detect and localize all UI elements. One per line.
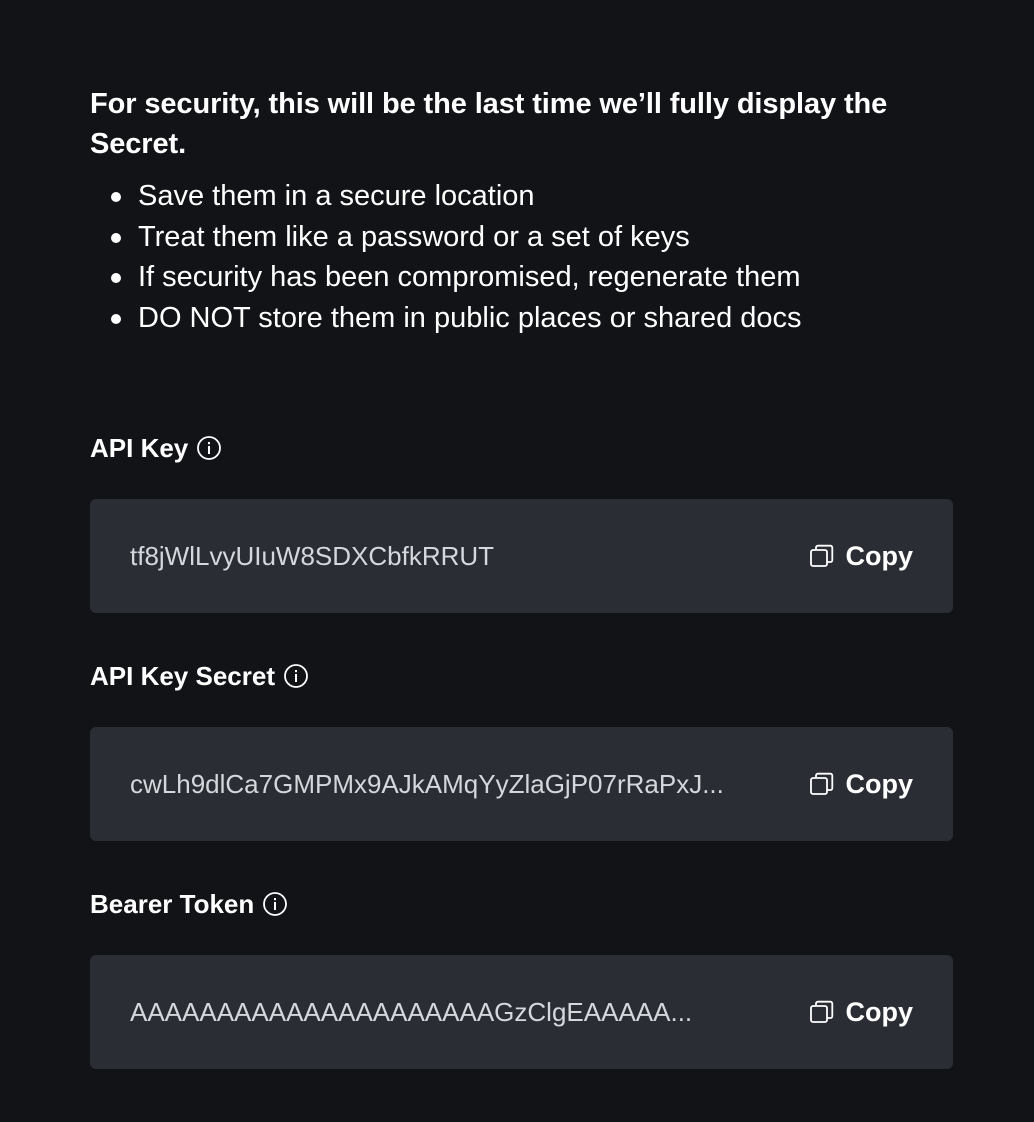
api-key-secret-label: API Key Secret [90,661,275,691]
security-tip: If security has been compromised, regene… [90,257,953,298]
info-icon[interactable] [283,663,309,689]
info-icon[interactable] [196,435,222,461]
api-key-secret-label-row: API Key Secret [90,660,953,692]
bearer-token-field: AAAAAAAAAAAAAAAAAAAAAGzClgEAAAAA... Copy [90,955,953,1069]
copy-label: Copy [845,996,914,1027]
api-key-secret-field: cwLh9dlCa7GMPMx9AJkAMqYyZlaGjP07rRaPxJ..… [90,727,953,841]
info-icon[interactable] [262,891,288,917]
api-key-field: tf8jWlLvyUIuW8SDXCbfkRRUT Copy [90,499,953,613]
bearer-token-copy-button[interactable]: Copy [809,955,914,1069]
api-key-label: API Key [90,433,189,463]
security-tip: DO NOT store them in public places or sh… [90,298,953,339]
security-tips-list: Save them in a secure location Treat the… [90,176,953,338]
security-warning-title: For security, this will be the last time… [90,88,888,160]
bearer-token-label-row: Bearer Token [90,888,953,920]
bearer-token-value[interactable]: AAAAAAAAAAAAAAAAAAAAAGzClgEAAAAA... [130,997,750,1028]
copy-label: Copy [845,540,914,571]
api-key-secret-copy-button[interactable]: Copy [809,727,914,841]
bearer-token-label: Bearer Token [90,889,255,919]
copy-label: Copy [845,768,914,799]
api-key-secret-value[interactable]: cwLh9dlCa7GMPMx9AJkAMqYyZlaGjP07rRaPxJ..… [130,769,750,800]
copy-icon [809,543,835,569]
credentials-panel: For security, this will be the last time… [90,84,953,1069]
copy-icon [809,999,835,1025]
security-tip: Treat them like a password or a set of k… [90,217,953,258]
copy-icon [809,771,835,797]
security-tip: Save them in a secure location [90,176,953,217]
api-key-value[interactable]: tf8jWlLvyUIuW8SDXCbfkRRUT [130,541,750,572]
api-key-label-row: API Key [90,432,953,464]
api-key-copy-button[interactable]: Copy [809,499,914,613]
